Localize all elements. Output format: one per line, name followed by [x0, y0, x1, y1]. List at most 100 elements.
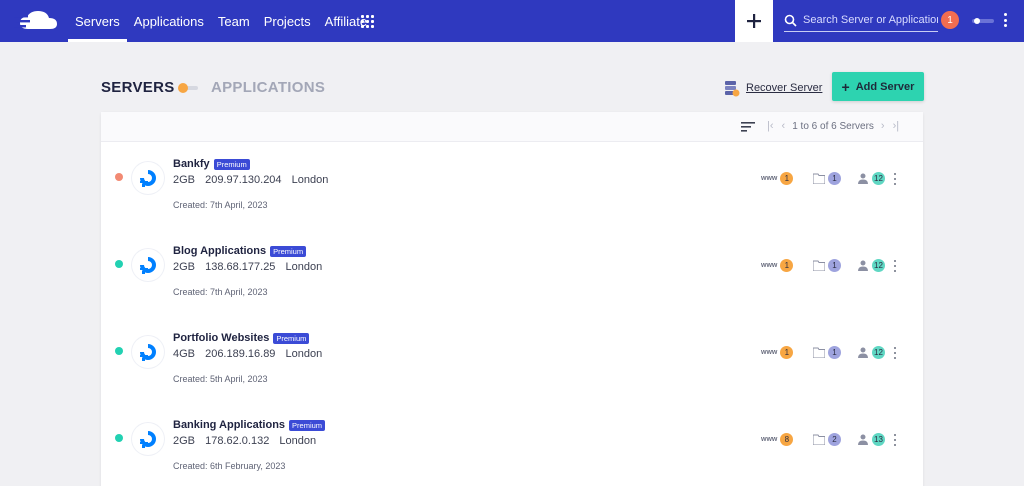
- server-location: London: [285, 348, 323, 360]
- first-page-icon[interactable]: |‹: [767, 120, 774, 132]
- www-icon: www: [761, 262, 778, 269]
- nav-team[interactable]: Team: [211, 0, 257, 42]
- nav-servers[interactable]: Servers: [68, 0, 127, 42]
- recover-server-label: Recover Server: [746, 82, 823, 94]
- stat-files[interactable]: 1: [813, 259, 841, 272]
- server-name[interactable]: Bankfy: [173, 158, 210, 170]
- server-size: 2GB: [173, 435, 196, 447]
- server-name[interactable]: Blog Applications: [173, 245, 266, 257]
- server-location: London: [291, 174, 329, 186]
- premium-badge: Premium: [289, 419, 326, 431]
- server-stats: www 1 1 12: [761, 346, 911, 362]
- server-row[interactable]: Portfolio Websites Premium 4GB 206.189.1…: [101, 316, 923, 403]
- server-row[interactable]: Bankfy Premium 2GB 209.97.130.204 London…: [101, 142, 923, 229]
- view-switch-toggle[interactable]: [178, 83, 198, 93]
- server-location: London: [279, 435, 317, 447]
- server-name-wrap[interactable]: Banking Applications Premium: [173, 419, 326, 431]
- status-indicator: [115, 434, 123, 442]
- server-stats: www 1 1 12: [761, 259, 911, 275]
- server-meta: 2GB 178.62.0.132 London: [173, 435, 323, 447]
- status-indicator: [115, 260, 123, 268]
- server-recover-icon: [725, 81, 740, 97]
- server-ip: 209.97.130.204: [205, 174, 282, 186]
- server-created-date: Created: 7th April, 2023: [173, 287, 268, 297]
- server-stats: www 8 2 13: [761, 433, 911, 449]
- main-nav: Servers Applications Team Projects Affil…: [68, 0, 374, 42]
- more-options-icon[interactable]: [1003, 13, 1007, 27]
- provider-logo: [132, 249, 164, 281]
- server-created-date: Created: 7th April, 2023: [173, 200, 268, 210]
- server-name[interactable]: Portfolio Websites: [173, 332, 269, 344]
- stat-users[interactable]: 13: [857, 433, 885, 446]
- www-count: 1: [780, 172, 794, 185]
- cloud-logo-icon[interactable]: [14, 9, 62, 33]
- stat-files[interactable]: 1: [813, 172, 841, 185]
- theme-toggle-icon[interactable]: [972, 18, 994, 24]
- stat-files[interactable]: 1: [813, 346, 841, 359]
- server-name-wrap[interactable]: Bankfy Premium: [173, 158, 250, 170]
- server-row[interactable]: Blog Applications Premium 2GB 138.68.177…: [101, 229, 923, 316]
- search-input[interactable]: [803, 14, 938, 26]
- pagination: |‹ ‹ 1 to 6 of 6 Servers › ›|: [763, 120, 903, 132]
- notification-badge[interactable]: 1: [941, 11, 959, 29]
- www-icon: www: [761, 175, 778, 182]
- server-location: London: [285, 261, 323, 273]
- www-icon: www: [761, 436, 778, 443]
- digitalocean-icon: [140, 170, 156, 187]
- server-meta: 2GB 138.68.177.25 London: [173, 261, 329, 273]
- users-count: 13: [872, 433, 885, 446]
- stat-www[interactable]: www 1: [761, 172, 794, 185]
- top-navigation-bar: Servers Applications Team Projects Affil…: [0, 0, 1024, 42]
- servers-list-card: |‹ ‹ 1 to 6 of 6 Servers › ›| Bankfy Pre…: [101, 112, 923, 486]
- server-ip: 138.68.177.25: [205, 261, 276, 273]
- quick-add-button[interactable]: [735, 0, 773, 42]
- server-stats: www 1 1 12: [761, 172, 911, 188]
- nav-applications[interactable]: Applications: [127, 0, 211, 42]
- server-name-wrap[interactable]: Portfolio Websites Premium: [173, 332, 310, 344]
- server-name[interactable]: Banking Applications: [173, 419, 285, 431]
- stat-users[interactable]: 12: [857, 172, 885, 185]
- user-icon: [858, 173, 868, 184]
- last-page-icon[interactable]: ›|: [893, 120, 900, 132]
- stat-users[interactable]: 12: [857, 259, 885, 272]
- plus-icon: [747, 14, 761, 28]
- users-count: 12: [872, 172, 885, 185]
- user-icon: [858, 434, 868, 445]
- next-page-icon[interactable]: ›: [881, 120, 885, 132]
- row-more-options-icon[interactable]: [893, 434, 897, 446]
- apps-grid-icon[interactable]: [361, 15, 374, 28]
- sort-icon[interactable]: [741, 121, 755, 133]
- server-size: 2GB: [173, 261, 196, 273]
- user-icon: [858, 347, 868, 358]
- server-meta: 2GB 209.97.130.204 London: [173, 174, 335, 186]
- pagination-text: 1 to 6 of 6 Servers: [792, 120, 874, 132]
- row-more-options-icon[interactable]: [893, 260, 897, 272]
- stat-files[interactable]: 2: [813, 433, 841, 446]
- recover-server-link[interactable]: Recover Server: [722, 79, 822, 97]
- server-ip: 178.62.0.132: [205, 435, 270, 447]
- row-more-options-icon[interactable]: [893, 173, 897, 185]
- row-more-options-icon[interactable]: [893, 347, 897, 359]
- stat-users[interactable]: 12: [857, 346, 885, 359]
- server-size: 2GB: [173, 174, 196, 186]
- server-row[interactable]: Banking Applications Premium 2GB 178.62.…: [101, 403, 923, 486]
- stat-www[interactable]: www 1: [761, 259, 794, 272]
- add-server-button[interactable]: + Add Server: [832, 72, 924, 101]
- digitalocean-icon: [140, 344, 156, 361]
- status-indicator: [115, 173, 123, 181]
- tab-servers[interactable]: SERVERS: [101, 79, 175, 96]
- server-name-wrap[interactable]: Blog Applications Premium: [173, 245, 307, 257]
- prev-page-icon[interactable]: ‹: [782, 120, 786, 132]
- stat-www[interactable]: www 8: [761, 433, 794, 446]
- status-indicator: [115, 347, 123, 355]
- www-count: 1: [780, 346, 794, 359]
- server-created-date: Created: 5th April, 2023: [173, 374, 268, 384]
- add-server-label: Add Server: [855, 80, 915, 93]
- stat-www[interactable]: www 1: [761, 346, 794, 359]
- server-created-date: Created: 6th February, 2023: [173, 461, 286, 471]
- provider-logo: [132, 336, 164, 368]
- nav-projects[interactable]: Projects: [257, 0, 318, 42]
- www-count: 1: [780, 259, 794, 272]
- premium-badge: Premium: [270, 245, 307, 257]
- tab-applications[interactable]: APPLICATIONS: [211, 79, 325, 96]
